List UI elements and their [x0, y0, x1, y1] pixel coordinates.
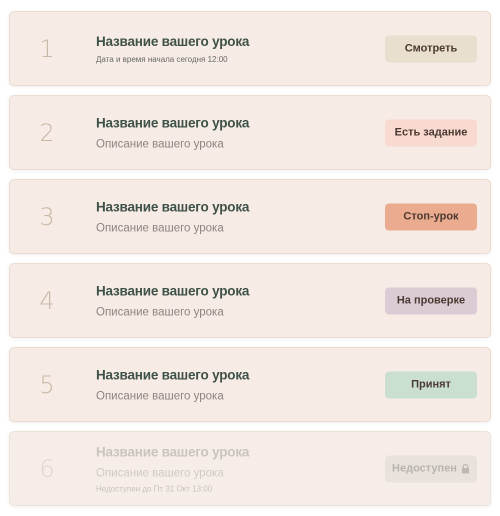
has-assignment-button-label: Есть задание	[394, 126, 468, 139]
has-assignment-button[interactable]: Есть задание	[385, 119, 477, 146]
lesson-number: 1	[39, 34, 55, 63]
lesson-info: Название вашего урока Описание вашего ур…	[96, 366, 376, 403]
lesson-number: 3	[39, 202, 55, 231]
lesson-info: Название вашего урока Описание вашего ур…	[96, 443, 376, 494]
lesson-card-1: 1 Название вашего урока Дата и время нач…	[9, 11, 491, 86]
lesson-title: Название вашего урока	[96, 367, 250, 382]
watch-button[interactable]: Смотреть	[385, 35, 477, 62]
lesson-description: Описание вашего урока	[96, 390, 224, 402]
accepted-button-label: Принят	[411, 378, 451, 391]
lesson-number: 6	[39, 454, 55, 483]
lesson-description: Описание вашего урока	[96, 467, 224, 479]
lesson-title: Название вашего урока	[96, 283, 250, 298]
lesson-availability-date: Недоступен до Пт 31 Окт 13:00	[96, 484, 213, 493]
lesson-card-3: 3 Название вашего урока Описание вашего …	[9, 179, 491, 254]
lesson-title: Название вашего урока	[96, 199, 250, 214]
lesson-card-5: 5 Название вашего урока Описание вашего …	[9, 347, 491, 422]
lock-icon	[461, 463, 470, 474]
lesson-info: Название вашего урока Описание вашего ур…	[96, 198, 376, 235]
unavailable-button: Недоступен	[385, 455, 477, 482]
lesson-title: Название вашего урока	[96, 115, 250, 130]
lesson-title: Название вашего урока	[96, 33, 250, 49]
lesson-card-2: 2 Название вашего урока Описание вашего …	[9, 95, 491, 170]
stop-lesson-button-label: Стоп-урок	[403, 210, 459, 223]
unavailable-button-label: Недоступен	[392, 462, 457, 475]
lesson-card-6: 6 Название вашего урока Описание вашего …	[9, 431, 491, 506]
lesson-description: Описание вашего урока	[96, 306, 224, 318]
lesson-list: 1 Название вашего урока Дата и время нач…	[9, 11, 491, 515]
watch-button-label: Смотреть	[404, 42, 458, 55]
lesson-number: 5	[39, 370, 55, 399]
lesson-title: Название вашего урока	[96, 444, 250, 459]
lesson-description: Описание вашего урока	[96, 138, 224, 150]
under-review-button-label: На проверке	[396, 294, 466, 307]
lesson-info: Название вашего урока Описание вашего ур…	[96, 282, 376, 319]
lesson-info: Название вашего урока Дата и время начал…	[96, 33, 376, 65]
lesson-start-time: Дата и время начала сегодня 12:00	[96, 54, 228, 64]
lesson-info: Название вашего урока Описание вашего ур…	[96, 114, 376, 151]
lesson-number: 4	[39, 286, 55, 315]
under-review-button[interactable]: На проверке	[385, 287, 477, 314]
lesson-card-4: 4 Название вашего урока Описание вашего …	[9, 263, 491, 338]
stop-lesson-button[interactable]: Стоп-урок	[385, 203, 477, 230]
accepted-button[interactable]: Принят	[385, 371, 477, 398]
lesson-number: 2	[39, 118, 55, 147]
lesson-description: Описание вашего урока	[96, 222, 224, 234]
